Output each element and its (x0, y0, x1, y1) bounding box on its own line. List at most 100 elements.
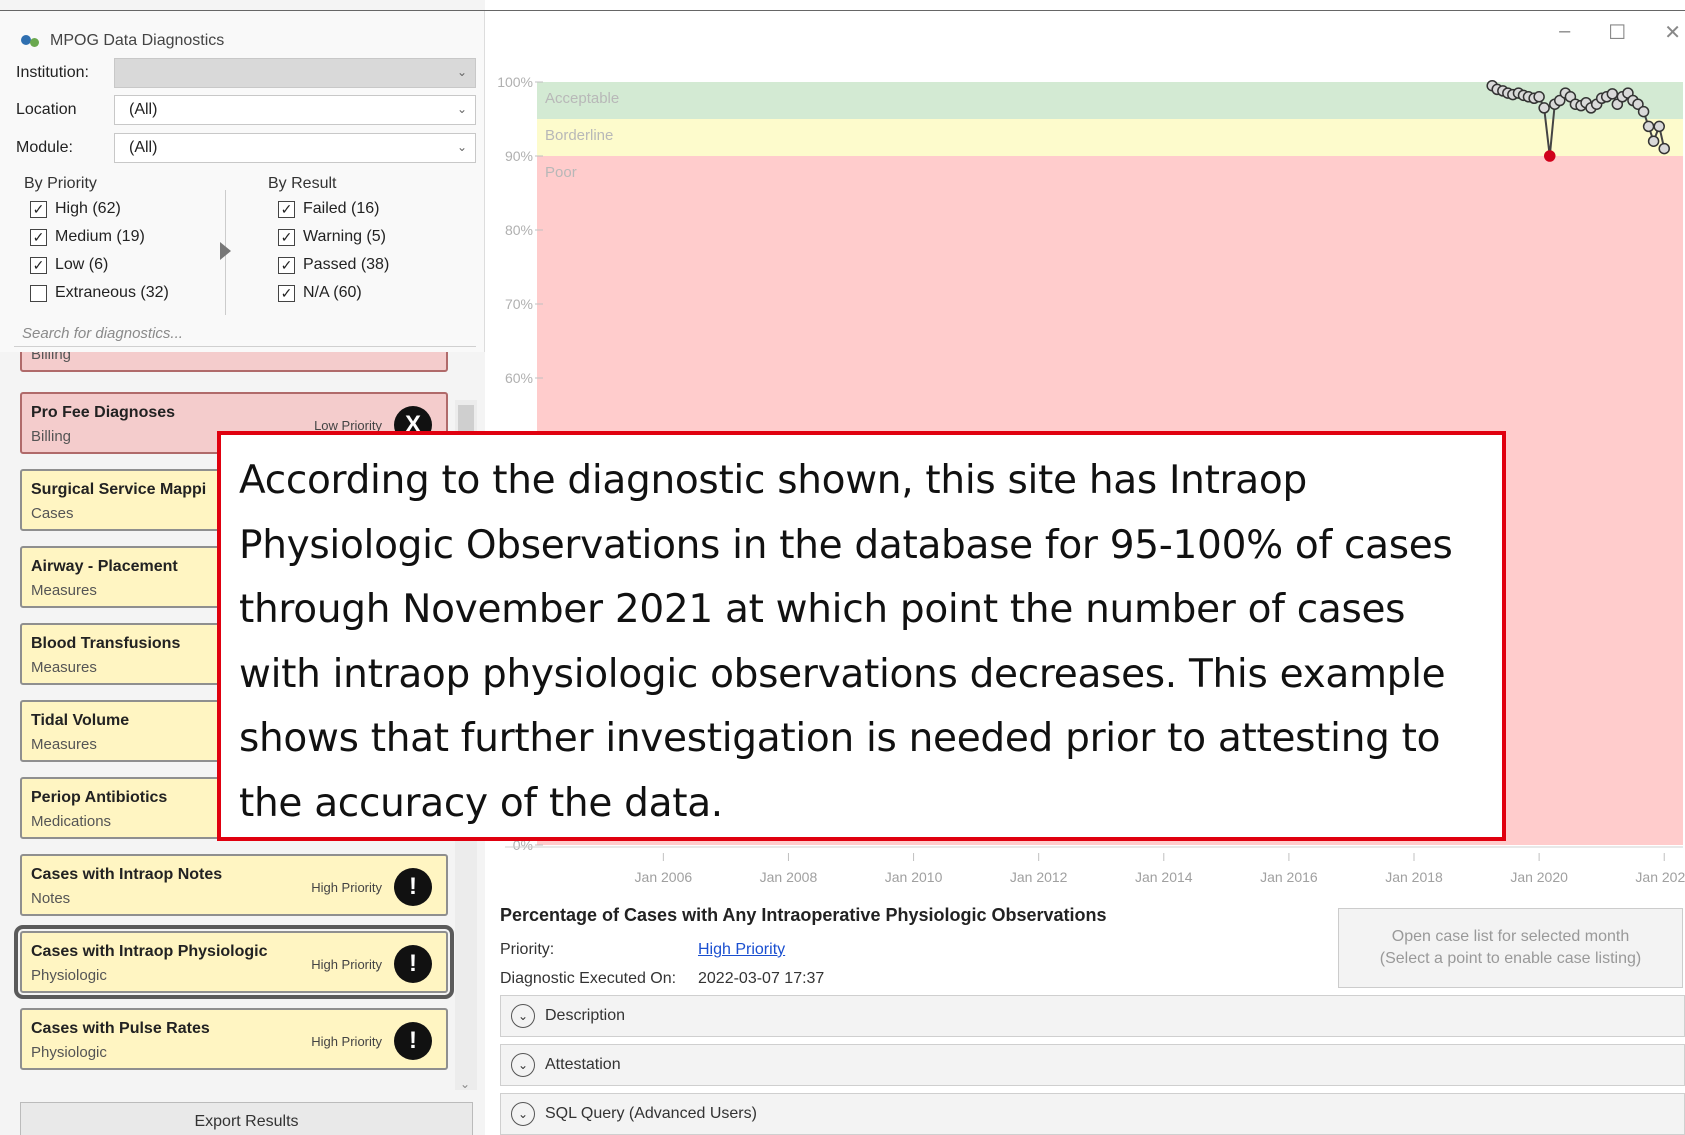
module-row: Module: (All) ⌄ (16, 133, 476, 163)
module-select[interactable]: (All) ⌄ (114, 133, 476, 163)
export-results-button[interactable]: Export Results (20, 1102, 473, 1135)
by-result-title: By Result (268, 175, 337, 192)
sql-query-expander[interactable]: ⌄ SQL Query (Advanced Users) (500, 1093, 1685, 1135)
mpog-logo-icon (20, 32, 42, 50)
card-title: Blood Transfusions (31, 635, 181, 652)
expander-label: SQL Query (Advanced Users) (545, 1105, 757, 1122)
data-point (1533, 91, 1545, 103)
location-label: Location (16, 101, 77, 118)
attestation-expander[interactable]: ⌄ Attestation (500, 1044, 1685, 1086)
x-tick-label: Jan 2014 (1135, 869, 1193, 885)
expander-label: Description (545, 1007, 626, 1024)
scroll-down-icon[interactable]: ⌄ (460, 1077, 470, 1091)
x-tick-label: Jan 2018 (1385, 869, 1443, 885)
chart-band-label: Acceptable (545, 90, 619, 107)
executed-value: 2022-03-07 17:37 (698, 970, 825, 987)
checkbox-label: Medium (19) (55, 228, 145, 245)
card-category: Measures (31, 582, 97, 599)
data-point (1642, 120, 1655, 133)
card-category: Physiologic (31, 967, 107, 984)
result-warning-checkbox[interactable]: ✓ Warning (5) (278, 228, 386, 246)
card-category: Measures (31, 736, 97, 753)
checkbox-icon: ✓ (278, 228, 295, 246)
checkbox-icon: ✓ (30, 228, 47, 246)
priority-link[interactable]: High Priority (698, 941, 785, 959)
chevron-down-circle-icon: ⌄ (511, 1053, 535, 1077)
data-point (1544, 150, 1556, 162)
open-case-list-button[interactable]: Open case list for selected month (Selec… (1338, 908, 1683, 988)
app-title: MPOG Data Diagnostics (20, 32, 224, 50)
card-category: Notes (31, 890, 71, 907)
window-controls: – ☐ ✕ (1559, 20, 1685, 45)
alert-badge-icon: ! (394, 868, 432, 906)
x-tick-label: Jan 2022 (1635, 869, 1685, 885)
maximize-icon[interactable]: ☐ (1608, 20, 1626, 45)
module-label: Module: (16, 139, 73, 156)
chart-band-acceptable (537, 82, 1683, 119)
card-priority: High Priority (311, 880, 382, 895)
priority-high-checkbox[interactable]: ✓ High (62) (30, 200, 121, 218)
checkbox-icon: ✓ (30, 200, 47, 218)
card-title: Cases with Pulse Rates (31, 1020, 210, 1037)
priority-low-checkbox[interactable]: ✓ Low (6) (30, 256, 108, 274)
close-icon[interactable]: ✕ (1664, 20, 1681, 45)
institution-select[interactable]: ⌄ (114, 58, 476, 88)
x-tick-label: Jan 2008 (760, 869, 818, 885)
description-expander[interactable]: ⌄ Description (500, 995, 1685, 1037)
card-priority: High Priority (311, 1034, 382, 1049)
diagnostic-card-selected[interactable]: Cases with Intraop Physiologic Physiolog… (14, 925, 454, 999)
checkbox-icon: ✓ (278, 284, 295, 302)
priority-extraneous-checkbox[interactable]: Extraneous (32) (30, 284, 169, 302)
alert-badge-icon: ! (394, 945, 432, 983)
search-underline (14, 346, 476, 347)
result-na-checkbox[interactable]: ✓ N/A (60) (278, 284, 362, 302)
open-case-list-line2: (Select a point to enable case listing) (1379, 950, 1642, 967)
y-tick-label: 100% (497, 74, 533, 90)
location-select[interactable]: (All) ⌄ (114, 95, 476, 125)
checkbox-label: Extraneous (32) (55, 284, 169, 301)
x-tick-label: Jan 2010 (885, 869, 943, 885)
result-failed-checkbox[interactable]: ✓ Failed (16) (278, 200, 379, 218)
chart-x-axis: Jan 2006 Jan 2008 Jan 2010 Jan 2012 Jan 2014… (505, 846, 1685, 885)
location-row: Location (All) ⌄ (16, 95, 476, 125)
app-title-text: MPOG Data Diagnostics (50, 32, 225, 49)
minimize-icon[interactable]: – (1559, 20, 1570, 45)
chevron-down-circle-icon: ⌄ (511, 1102, 535, 1126)
executed-label: Diagnostic Executed On: (500, 970, 677, 987)
card-title: Cases with Intraop Notes (31, 866, 223, 883)
checkbox-label: Failed (16) (303, 200, 380, 217)
checkbox-icon (30, 284, 47, 302)
chart-band-borderline (537, 119, 1683, 156)
data-point (1538, 102, 1550, 114)
result-passed-checkbox[interactable]: ✓ Passed (38) (278, 256, 389, 274)
card-title: Airway - Placement (31, 558, 178, 575)
checkbox-label: Passed (38) (303, 256, 390, 273)
x-tick-label: Jan 2006 (635, 869, 693, 885)
data-point (1658, 142, 1670, 155)
checkbox-label: Warning (5) (303, 228, 386, 245)
y-tick-label: 70% (505, 296, 533, 312)
card-priority: High Priority (311, 957, 382, 972)
data-point (1606, 88, 1619, 100)
checkbox-icon: ✓ (30, 256, 47, 274)
priority-label: Priority: (500, 941, 555, 958)
y-tick-label: 80% (505, 222, 533, 238)
expander-label: Attestation (545, 1056, 621, 1073)
search-input[interactable]: Search for diagnostics... (22, 325, 183, 342)
by-priority-title: By Priority (24, 175, 97, 192)
checkbox-label: Low (6) (55, 256, 109, 273)
checkbox-icon: ✓ (278, 200, 295, 218)
checkbox-label: High (62) (55, 200, 121, 217)
filter-panel: MPOG Data Diagnostics Institution: ⌄ Loc… (0, 10, 485, 352)
annotation-callout: According to the diagnostic shown, this … (217, 431, 1506, 841)
card-title: Surgical Service Mappi (31, 481, 207, 498)
priority-medium-checkbox[interactable]: ✓ Medium (19) (30, 228, 145, 246)
checkbox-label: N/A (60) (303, 284, 362, 301)
card-category: Measures (31, 659, 97, 676)
open-case-list-line1: Open case list for selected month (1391, 928, 1630, 945)
triangle-right-icon (220, 242, 231, 260)
diagnostic-card[interactable]: Cases with Intraop Notes Notes High Prio… (20, 854, 448, 916)
diagnostic-card[interactable]: Cases with Pulse Rates Physiologic High … (20, 1008, 448, 1070)
checkbox-icon: ✓ (278, 256, 295, 274)
x-tick-label: Jan 2020 (1510, 869, 1568, 885)
